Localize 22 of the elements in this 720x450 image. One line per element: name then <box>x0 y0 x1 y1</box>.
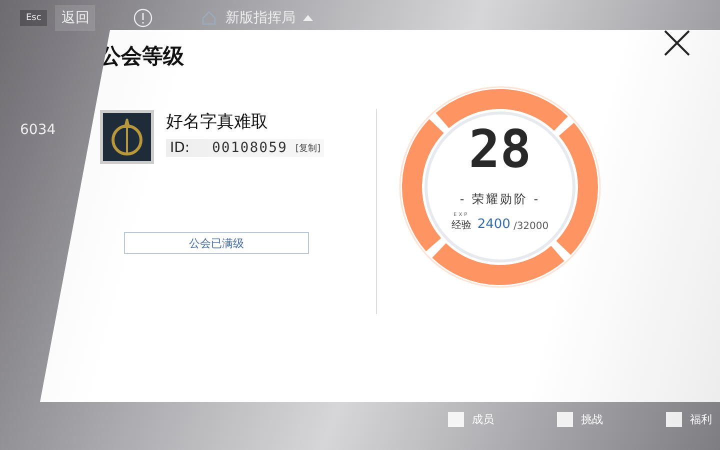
exp-current: 2400 <box>477 217 510 232</box>
stat-number: 6034 <box>20 122 56 138</box>
copy-link[interactable]: [复制] <box>295 142 320 154</box>
esc-key: Esc <box>20 10 48 26</box>
exp-label: 经验 <box>451 219 472 232</box>
nav-label[interactable]: 成员 <box>472 412 494 426</box>
guild-emblem <box>100 110 154 164</box>
location-title: 新版指挥局 <box>225 9 296 27</box>
exp-total: /32000 <box>513 221 549 232</box>
nav-label[interactable]: 挑战 <box>581 412 603 426</box>
nav-label[interactable]: 福利 <box>690 412 712 426</box>
rank-title: - 荣耀勋阶 - <box>460 191 540 208</box>
close-icon[interactable] <box>664 30 690 56</box>
max-level-button[interactable]: 公会已满级 <box>124 232 309 254</box>
guild-name: 好名字真难取 <box>166 111 269 133</box>
caret-icon[interactable] <box>303 14 314 22</box>
level-number: 28 <box>468 121 532 179</box>
alert-icon[interactable] <box>133 8 154 28</box>
home-icon[interactable] <box>201 10 218 26</box>
id-label: ID: <box>170 140 191 156</box>
back-button[interactable]: 返回 <box>55 5 96 31</box>
guild-id: 00108059 <box>212 140 288 156</box>
